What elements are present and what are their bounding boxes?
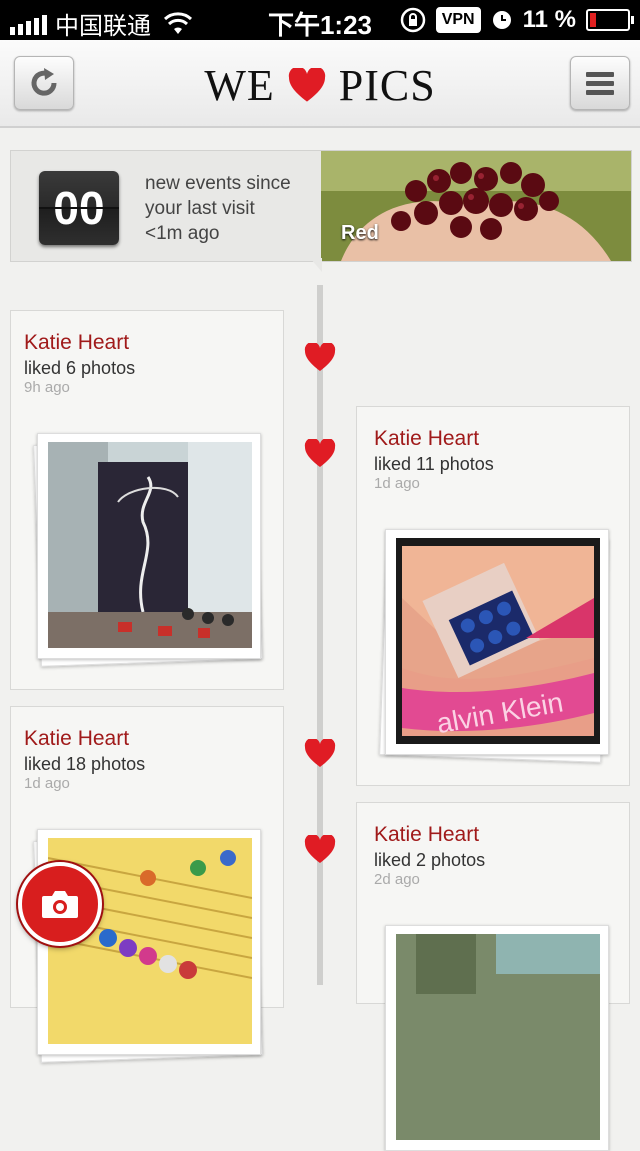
heart-marker-icon [304, 343, 336, 371]
photo-frame[interactable] [385, 925, 609, 1151]
summary-pointer [310, 258, 322, 272]
summary-line-2: your last visit [145, 198, 255, 219]
underwear-image: alvin Klein [396, 538, 600, 744]
summary-line-1: new events since [145, 173, 291, 194]
event-photo: alvin Klein [396, 538, 600, 744]
event-card[interactable]: Katie Heart liked 11 photos 1d ago alvin… [356, 406, 630, 786]
event-user-name[interactable]: Katie Heart [24, 727, 129, 751]
event-user-name[interactable]: Katie Heart [374, 427, 479, 451]
event-time: 1d ago [374, 475, 420, 492]
featured-photo-label: Red [341, 222, 379, 244]
vpn-badge: VPN [435, 7, 481, 33]
summary-text: new events since your last visit <1m ago [145, 171, 291, 246]
battery-icon [586, 9, 634, 31]
event-time: 1d ago [24, 775, 70, 792]
photo-frame[interactable]: alvin Klein [385, 529, 609, 755]
event-time: 2d ago [374, 871, 420, 888]
logo-text-we: WE [204, 61, 275, 110]
event-card[interactable]: Katie Heart liked 18 photos 1d ago [10, 706, 284, 1063]
heart-logo-icon [288, 67, 325, 102]
featured-photo[interactable]: Red [321, 151, 631, 261]
event-counter: 00 [39, 171, 119, 245]
event-action: liked 11 photos [374, 454, 494, 474]
event-photo [48, 442, 252, 648]
alarm-icon [492, 11, 511, 29]
event-photo [396, 934, 600, 1140]
event-action: liked 6 photos [24, 358, 136, 378]
heart-marker-icon [304, 835, 336, 863]
logo-text-pics: PICS [338, 61, 436, 110]
event-card[interactable]: Katie Heart liked 6 photos 9h ago [10, 310, 284, 690]
event-time: 9h ago [24, 379, 70, 396]
timeline-line [317, 285, 323, 985]
menu-button[interactable] [570, 56, 630, 110]
heart-marker-icon [304, 739, 336, 767]
event-user-name[interactable]: Katie Heart [24, 331, 129, 355]
cafe-wall-image [48, 442, 252, 648]
photo-frame[interactable] [37, 433, 261, 659]
new-events-summary[interactable]: 00 new events since your last visit <1m … [10, 150, 632, 262]
summary-line-3: <1m ago [145, 223, 220, 244]
event-action: liked 2 photos [374, 850, 486, 870]
camera-icon [42, 891, 78, 918]
app-logo: WE PICS [0, 60, 640, 111]
heart-marker-icon [304, 439, 336, 467]
status-bar: 中国联通 下午1:23 VPN 11 % [0, 0, 640, 40]
event-card[interactable]: Katie Heart liked 2 photos 2d ago [356, 802, 630, 1151]
street-image [396, 934, 600, 1140]
battery-percent: 11 % [522, 6, 576, 33]
event-user-name[interactable]: Katie Heart [374, 823, 479, 847]
camera-button[interactable] [18, 862, 102, 946]
rotation-lock-icon [400, 7, 425, 33]
event-action: liked 18 photos [24, 754, 146, 774]
menu-icon [586, 72, 614, 95]
navigation-bar: WE PICS [0, 40, 640, 128]
